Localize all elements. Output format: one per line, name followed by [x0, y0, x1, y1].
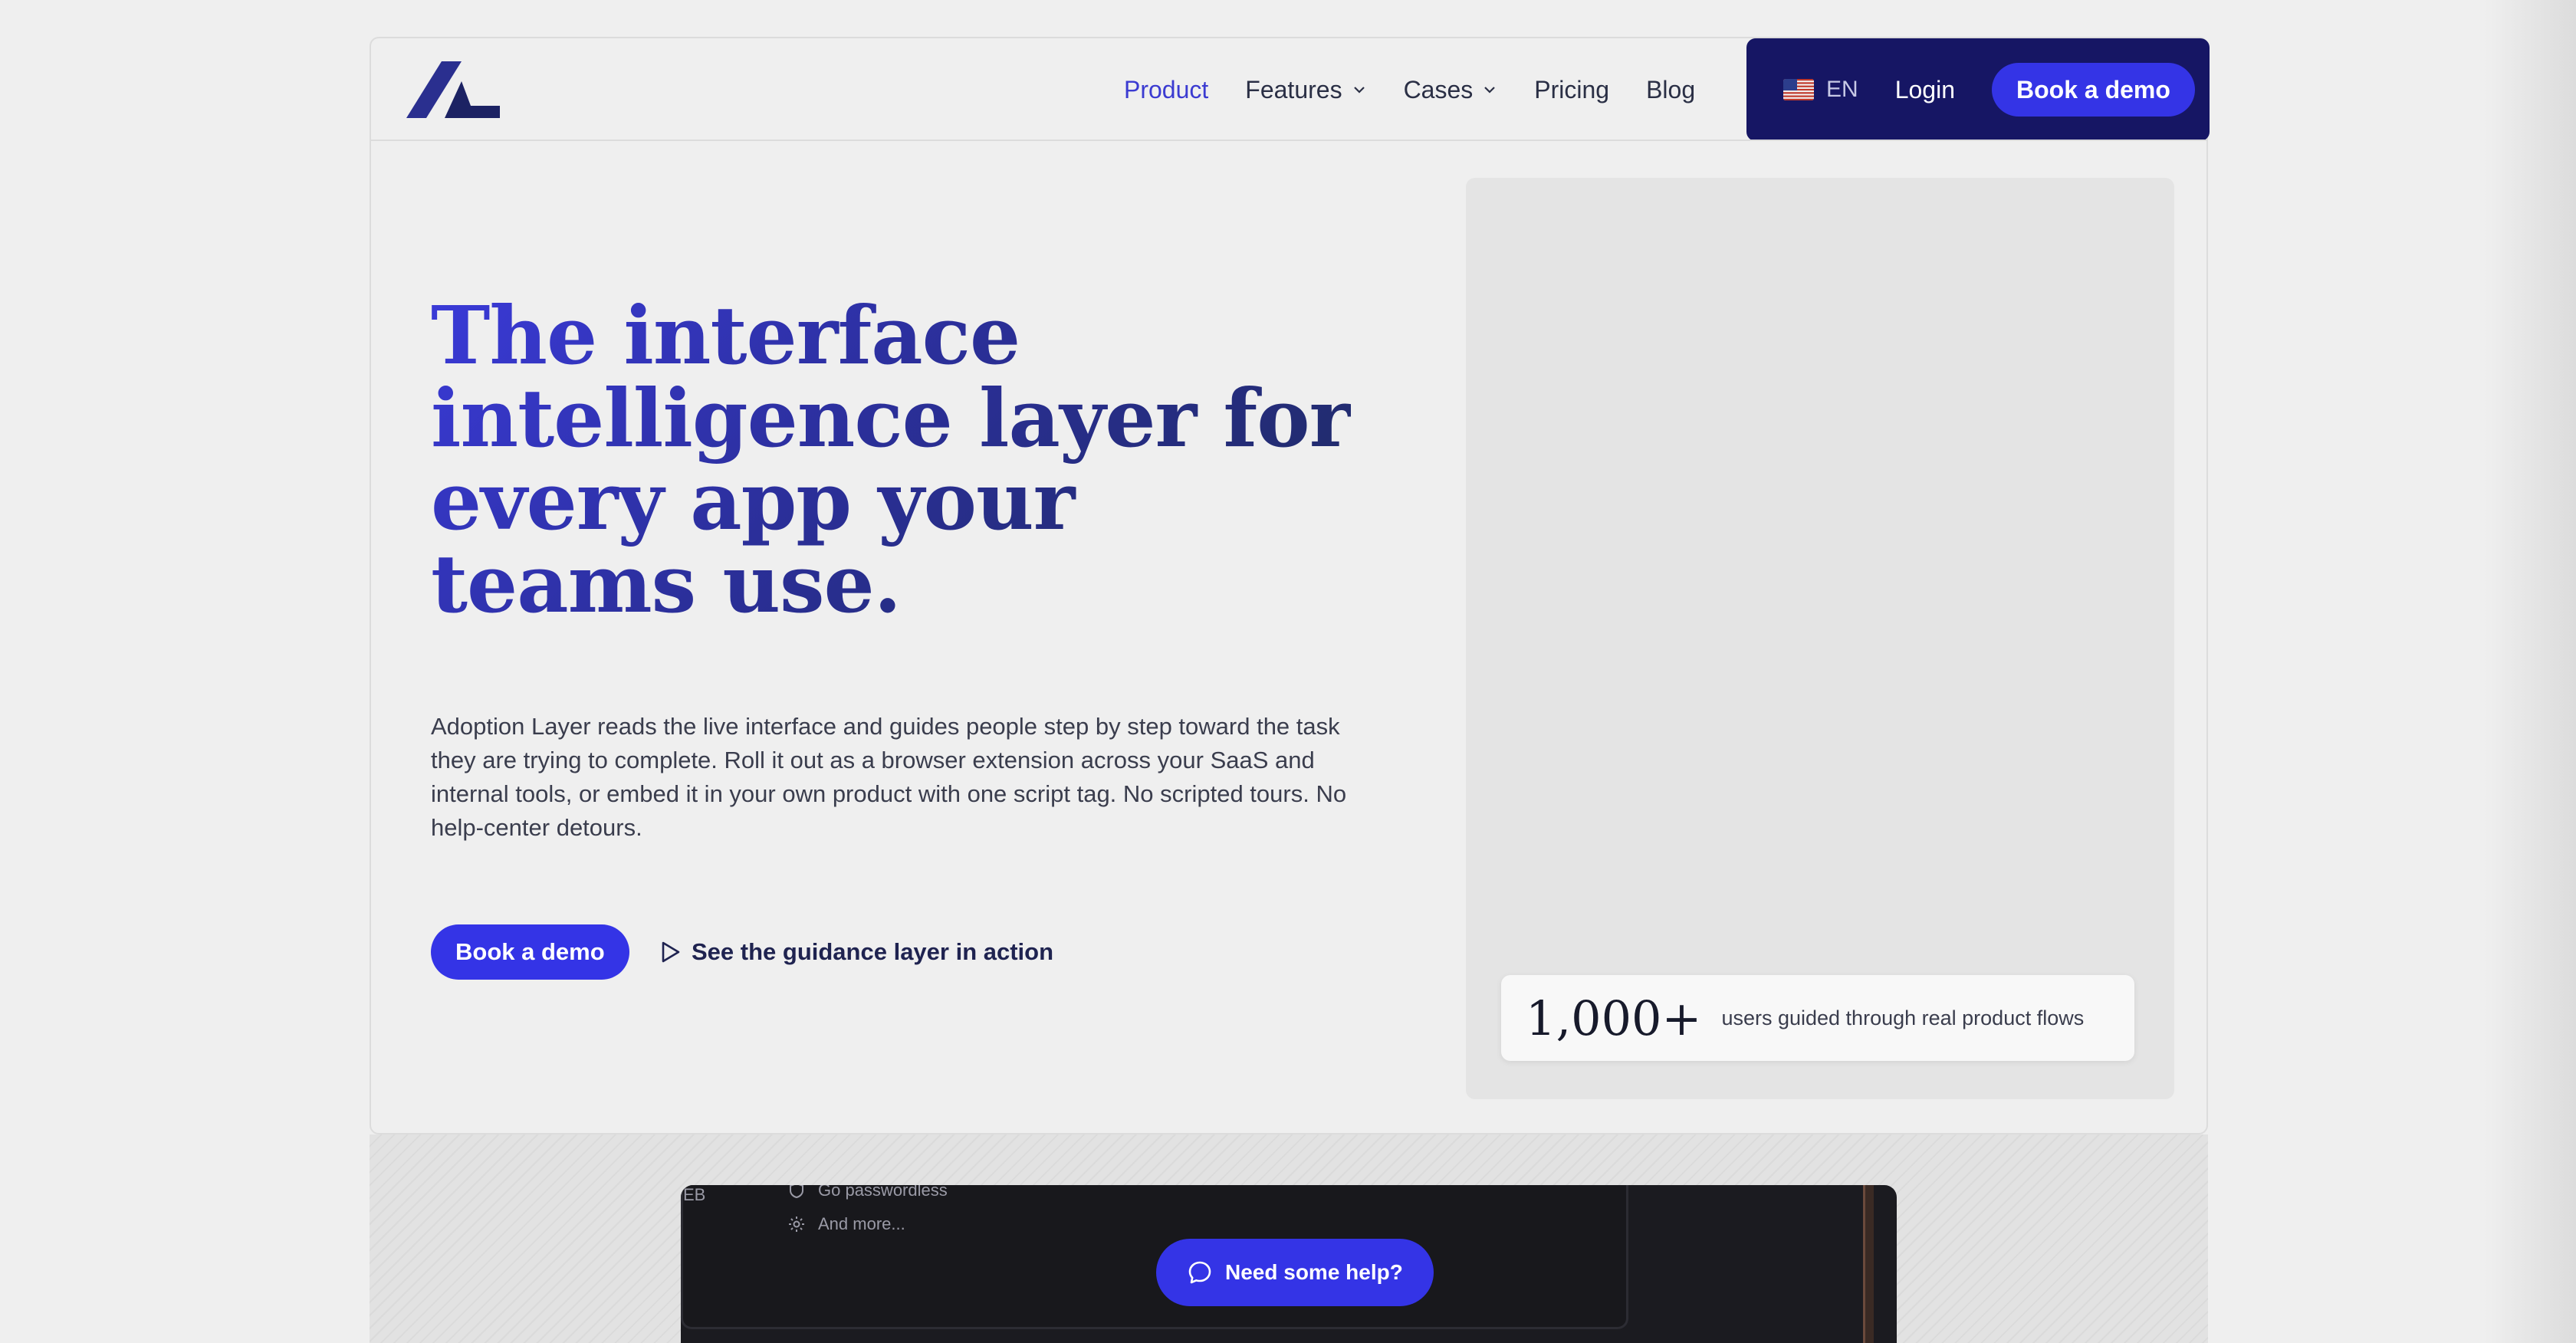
gear-icon [789, 1217, 804, 1232]
nav-item-label: Cases [1403, 75, 1474, 103]
nav-item-features[interactable]: Features [1245, 76, 1366, 104]
menu-item-passwordless: Go passwordless [787, 1185, 948, 1200]
cropped-label: EB [683, 1185, 706, 1204]
edge-shade [2484, 0, 2576, 1343]
login-link[interactable]: Login [1895, 76, 1955, 104]
play-icon [662, 941, 680, 963]
watch-guidance-label: See the guidance layer in action [692, 938, 1054, 965]
menu-item-label: Go passwordless [818, 1185, 948, 1200]
chevron-down-icon [1484, 87, 1496, 94]
nav-item-blog[interactable]: Blog [1646, 76, 1695, 104]
app-panel: EB Go passwordless And more... [681, 1185, 1628, 1329]
stat-card: 1,000+ users guided through real product… [1501, 975, 2134, 1061]
nav-item-label: Blog [1646, 75, 1696, 103]
need-help-button[interactable]: Need some help? [1156, 1239, 1434, 1306]
menu-item-more: And more... [787, 1214, 905, 1234]
hero-media-placeholder [1466, 178, 2174, 1099]
shield-icon [790, 1185, 803, 1199]
nav-actions: EN Login Book a demo [1746, 38, 2210, 141]
hero-description: Adoption Layer reads the live interface … [431, 713, 1347, 841]
watch-guidance-link[interactable]: See the guidance layer in action [661, 924, 1053, 980]
top-navigation: Product Features Cases Pricing Blog EN L… [370, 37, 2210, 141]
nav-item-label: Features [1245, 75, 1342, 103]
page-frame: Product Features Cases Pricing Blog EN L… [370, 37, 2210, 1343]
nav-item-cases[interactable]: Cases [1404, 76, 1498, 104]
hero-section: The interface intelligence layer for eve… [370, 140, 2208, 1134]
logo[interactable] [406, 61, 500, 118]
stat-label: users guided through real product flows [1721, 1006, 2085, 1029]
chevron-down-icon [1353, 87, 1365, 94]
nav-links: Product Features Cases Pricing Blog [1124, 38, 1732, 141]
menu-item-label: And more... [818, 1214, 905, 1233]
nav-item-pricing[interactable]: Pricing [1534, 76, 1609, 104]
book-demo-button[interactable]: Book a demo [431, 924, 629, 980]
nav-item-product[interactable]: Product [1124, 76, 1208, 104]
us-flag-icon[interactable] [1783, 79, 1814, 100]
book-demo-nav-button[interactable]: Book a demo [1991, 63, 2195, 117]
hero-headline: The interface intelligence layer for eve… [431, 288, 1351, 631]
stat-value: 1,000+ [1526, 990, 1702, 1046]
nav-item-label: Product [1124, 75, 1209, 103]
nav-item-label: Pricing [1534, 75, 1610, 103]
chat-bubble-icon [1188, 1261, 1211, 1284]
language-selector[interactable]: EN [1826, 77, 1858, 103]
device-edge [1863, 1185, 1874, 1343]
need-help-label: Need some help? [1225, 1260, 1403, 1284]
